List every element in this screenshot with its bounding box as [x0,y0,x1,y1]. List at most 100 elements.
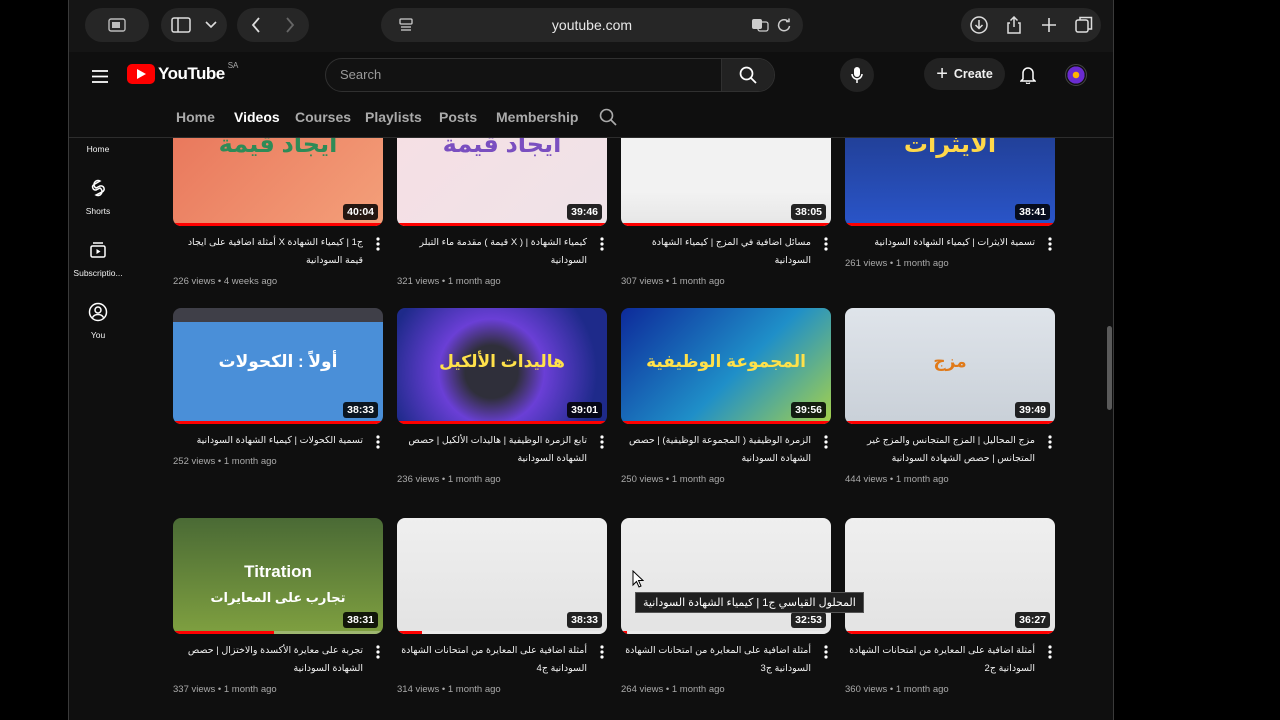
mouse-cursor-icon [632,570,644,588]
video-title[interactable]: كيمياء الشهادة | ( X قيمة ) مقدمة ماء ال… [397,234,587,270]
sidebar-item-label: You [90,330,106,340]
nav-buttons [237,8,309,42]
video-title[interactable]: مسائل اضافية في المزج | كيمياء الشهادة ا… [621,234,811,270]
youtube-logo[interactable]: YouTube SA [127,61,238,84]
video-card[interactable]: 36:27 أمثلة اضافية على المعايرة من امتحان… [845,518,1057,708]
video-card[interactable]: أولاً : الكحولات 38:33 تسمية الكحولات | كي… [173,308,385,498]
video-thumbnail[interactable]: 38:33 [397,518,607,634]
notifications-button[interactable] [1015,62,1041,88]
more-options-button[interactable] [821,643,831,661]
tab-overview-icon [108,18,126,32]
more-options-button[interactable] [373,235,383,253]
video-title[interactable]: الزمرة الوظيفية ( المجموعة الوظيفية) | ح… [621,432,811,468]
more-options-button[interactable] [1045,235,1055,253]
search-input[interactable]: Search [340,67,381,82]
video-card[interactable]: 38:05 مسائل اضافية في المزج | كيمياء الشه… [621,138,833,300]
video-title[interactable]: ج1 | كيمياء الشهادة X أمثلة اضافية على ا… [173,234,363,270]
video-title[interactable]: تسمية الكحولات | كيمياء الشهادة السوداني… [173,432,363,450]
share-button[interactable] [997,8,1031,42]
video-card[interactable]: 38:33 أمثلة اضافية على المعايرة من امتحان… [397,518,609,708]
video-thumbnail[interactable]: ايجاد قيمة 40:04 [173,138,383,226]
video-card[interactable]: الايثرات 38:41 تسمية الايثرات | كيمياء الش… [845,138,1057,300]
more-options-button[interactable] [821,235,831,253]
video-thumbnail[interactable]: 38:05 [621,138,831,226]
video-card[interactable]: المجموعة الوظيفية 39:56 الزمرة الوظيفية ( … [621,308,833,498]
tab-courses[interactable]: Courses [295,109,351,125]
upload-age: 1 month ago [223,684,277,695]
duration-badge: 38:41 [1015,204,1050,220]
video-title[interactable]: تابع الزمرة الوظيفية | هاليدات الألكيل |… [397,432,587,468]
sidebar-item-you[interactable]: You [69,302,127,340]
watch-progress-bar [845,421,1055,424]
sidebar-button[interactable] [161,8,227,42]
youtube-header: YouTube SA Search + Create [69,52,1113,98]
video-thumbnail[interactable]: مزج 39:49 [845,308,1055,424]
video-thumbnail[interactable]: أولاً : الكحولات 38:33 [173,308,383,424]
avatar[interactable] [1065,64,1087,86]
video-thumbnail[interactable]: 36:27 [845,518,1055,634]
video-title[interactable]: أمثلة اضافية على المعايرة من امتحانات ال… [845,642,1035,678]
video-thumbnail[interactable]: الايثرات 38:41 [845,138,1055,226]
video-title[interactable]: تسمية الايثرات | كيمياء الشهادة السوداني… [845,234,1035,252]
sidebar-item-shorts[interactable]: Shorts [69,178,127,216]
meta-separator: • [887,258,896,269]
view-count: 226 views [173,276,216,287]
video-meta: 250 views • 1 month ago [621,474,725,485]
video-title[interactable]: مزج المحاليل | المزج المتجانس والمزج غير… [845,432,1035,468]
video-card[interactable]: ايجاد قيمة 39:46 كيمياء الشهادة | ( X قيمة… [397,138,609,300]
meta-separator: • [439,276,448,287]
more-options-button[interactable] [597,643,607,661]
plus-icon [1041,18,1056,32]
create-button[interactable]: + Create [924,58,1005,90]
menu-button[interactable] [83,59,117,93]
more-options-button[interactable] [1045,643,1055,661]
tab-videos[interactable]: Videos [234,109,280,125]
tab-playlists[interactable]: Playlists [365,109,422,125]
video-thumbnail[interactable]: المجموعة الوظيفية 39:56 [621,308,831,424]
video-card[interactable]: ايجاد قيمة 40:04 ج1 | كيمياء الشهادة X أمث… [173,138,385,300]
new-tab-button[interactable] [1032,8,1066,42]
video-meta: 314 views • 1 month ago [397,684,501,695]
more-options-button[interactable] [373,643,383,661]
more-options-button[interactable] [373,433,383,451]
video-thumbnail[interactable]: Titration تجارب على المعايرات 38:31 [173,518,383,634]
video-card[interactable]: مزج 39:49 مزج المحاليل | المزج المتجانس وا… [845,308,1057,498]
watch-progress-bar [397,223,607,226]
tab-overview-button[interactable] [1067,8,1101,42]
meta-separator: • [663,684,672,695]
back-button[interactable] [239,8,273,42]
search-button[interactable] [721,59,774,91]
video-title[interactable]: أمثلة اضافية على المعايرة من امتحانات ال… [397,642,587,678]
tab-posts[interactable]: Posts [439,109,477,125]
sidebar-item-subscriptions[interactable]: Subscriptio... [69,240,127,278]
video-card[interactable]: هاليدات الألكيل 39:01 تابع الزمرة الوظيفية… [397,308,609,498]
video-thumbnail[interactable]: 32:53 [621,518,831,634]
more-options-button[interactable] [597,433,607,451]
upload-age: 1 month ago [447,276,501,287]
video-title[interactable]: تجربة على معايرة الأكسدة والاختزال | حصص… [173,642,363,678]
video-thumbnail[interactable]: ايجاد قيمة 39:46 [397,138,607,226]
downloads-button[interactable] [962,8,996,42]
meta-separator: • [663,276,672,287]
thumbnail-text: Titration [244,562,312,581]
more-options-button[interactable] [1045,433,1055,451]
video-card[interactable]: 32:53 أمثلة اضافية على المعايرة من امتحان… [621,518,833,708]
address-bar[interactable]: youtube.com [381,8,803,42]
video-title[interactable]: أمثلة اضافية على المعايرة من امتحانات ال… [621,642,811,678]
tab-home[interactable]: Home [176,109,215,125]
watch-progress-bar [173,421,383,424]
more-options-button[interactable] [821,433,831,451]
forward-button[interactable] [273,8,307,42]
voice-search-button[interactable] [840,58,874,92]
tabs-icon [1074,16,1092,33]
page-scrollbar[interactable] [1107,326,1112,410]
reload-button[interactable] [767,8,801,42]
search-box[interactable]: Search [325,58,775,92]
video-card[interactable]: Titration تجارب على المعايرات 38:31 تجربة ع… [173,518,385,708]
tab-membership[interactable]: Membership [496,109,578,125]
more-options-button[interactable] [597,235,607,253]
channel-search-button[interactable] [599,108,617,131]
video-thumbnail[interactable]: هاليدات الألكيل 39:01 [397,308,607,424]
sidebar-toggle-button[interactable] [85,8,149,42]
more-vert-icon [600,237,604,251]
